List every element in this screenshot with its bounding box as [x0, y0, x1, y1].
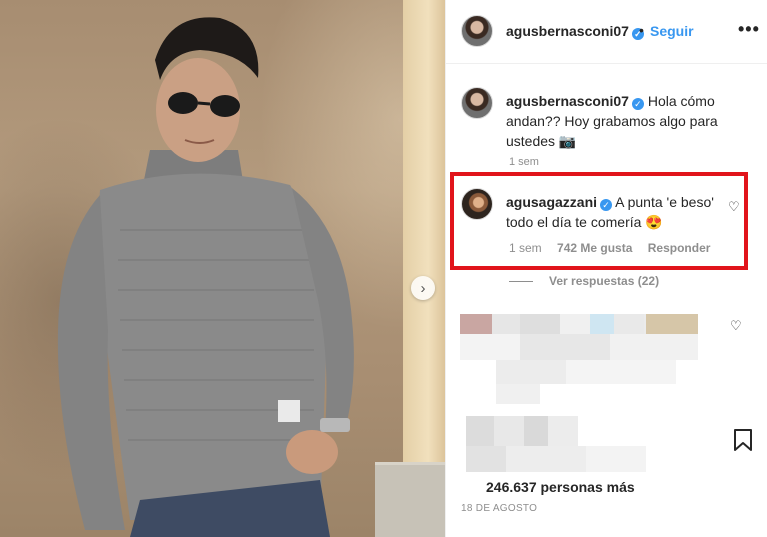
heart-outline-icon[interactable]: ♡	[728, 199, 740, 215]
follow-button[interactable]: Seguir	[650, 23, 694, 39]
chevron-right-icon: ›	[420, 279, 426, 297]
post-photo	[0, 0, 445, 537]
header-separator: •	[639, 22, 644, 38]
reply-button[interactable]: Responder	[648, 241, 711, 255]
post-side-panel: agusbernasconi07 ✓ • Seguir ••• agusberna…	[445, 0, 767, 537]
view-replies-button[interactable]: Ver respuestas (22)	[509, 274, 659, 288]
person-illustration	[57, 17, 354, 537]
verified-badge-icon: ✓	[631, 98, 644, 110]
heart-outline-icon[interactable]: ♡	[730, 318, 742, 334]
post-date[interactable]: 18 DE AGOSTO	[461, 503, 537, 514]
verified-badge-icon: ✓	[600, 199, 613, 211]
caption-time[interactable]: 1 sem	[509, 156, 539, 168]
author-username[interactable]: agusbernasconi07	[506, 23, 629, 39]
comment-likes[interactable]: 742 Me gusta	[557, 241, 632, 255]
caption-avatar[interactable]	[461, 87, 493, 119]
post-header: agusbernasconi07 ✓ • Seguir •••	[446, 0, 767, 64]
more-options-icon[interactable]: •••	[738, 19, 760, 40]
commenter-avatar[interactable]	[461, 188, 493, 220]
next-photo-button[interactable]: ›	[411, 276, 435, 300]
caption-username[interactable]: agusbernasconi07	[506, 93, 629, 109]
pixelated-comments	[446, 296, 767, 501]
view-replies-label: Ver respuestas (22)	[549, 274, 660, 288]
replies-divider	[509, 281, 533, 283]
bookmark-outline-icon[interactable]	[732, 428, 754, 452]
author-avatar[interactable]	[461, 15, 493, 47]
comment-time[interactable]: 1 sem	[509, 241, 542, 255]
likes-count[interactable]: 246.637 personas más	[486, 479, 635, 495]
commenter-username[interactable]: agusagazzani	[506, 194, 597, 210]
comment-meta: 1 sem 742 Me gusta Responder	[509, 241, 722, 255]
